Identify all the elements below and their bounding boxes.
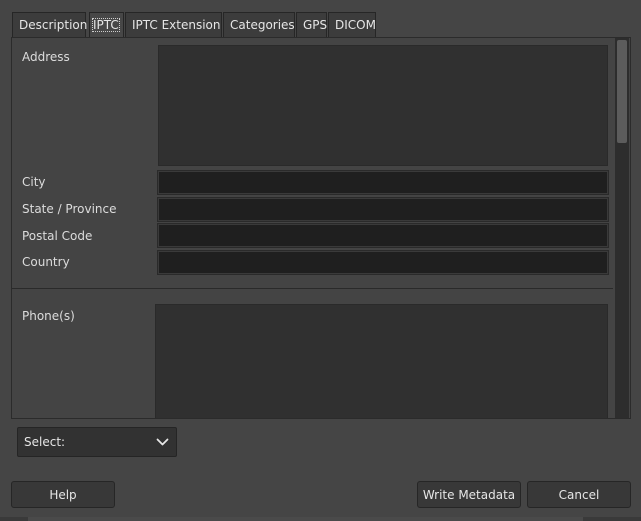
- select-dropdown[interactable]: Select:: [17, 427, 177, 457]
- tab-categories[interactable]: Categories: [223, 12, 295, 37]
- tab-label: IPTC Extension: [132, 18, 221, 32]
- city-label: City: [22, 175, 46, 189]
- select-label: Select:: [24, 435, 66, 449]
- tab-dicom[interactable]: DICOM: [328, 12, 376, 37]
- tab-label: DICOM: [335, 18, 376, 32]
- tab-iptc-extension[interactable]: IPTC Extension: [125, 12, 222, 37]
- window-bottom-highlight: [28, 517, 583, 521]
- postal-code-label: Postal Code: [22, 229, 93, 243]
- window-bottom-edge: [0, 517, 641, 521]
- phones-textarea[interactable]: [155, 304, 608, 418]
- tab-label: Categories: [230, 18, 295, 32]
- tab-label: GPS: [303, 18, 328, 32]
- country-field[interactable]: [157, 250, 609, 275]
- chevron-down-icon: [156, 438, 169, 446]
- write-metadata-button[interactable]: Write Metadata: [417, 481, 521, 508]
- scrollbar-thumb[interactable]: [617, 40, 627, 143]
- tab-description[interactable]: Description: [12, 12, 88, 37]
- state-label: State / Province: [22, 202, 117, 216]
- help-button[interactable]: Help: [11, 481, 115, 508]
- address-label: Address: [22, 50, 70, 64]
- tab-label: IPTC: [92, 18, 120, 32]
- city-field[interactable]: [157, 170, 609, 195]
- state-province-field[interactable]: [157, 197, 609, 222]
- tab-bar: Description IPTC IPTC Extension Categori…: [12, 12, 377, 38]
- iptc-panel: Address City State / Province Postal Cod…: [11, 37, 631, 419]
- address-textarea[interactable]: [158, 45, 608, 166]
- vertical-scrollbar[interactable]: [615, 38, 629, 418]
- country-label: Country: [22, 255, 70, 269]
- tab-label: Description: [19, 18, 88, 32]
- phones-label: Phone(s): [22, 309, 75, 323]
- postal-code-field[interactable]: [157, 223, 609, 248]
- section-divider: [12, 288, 613, 289]
- iptc-form: Address City State / Province Postal Cod…: [12, 38, 613, 418]
- tab-iptc[interactable]: IPTC: [89, 12, 124, 38]
- cancel-button[interactable]: Cancel: [527, 481, 631, 508]
- tab-gps[interactable]: GPS: [296, 12, 327, 37]
